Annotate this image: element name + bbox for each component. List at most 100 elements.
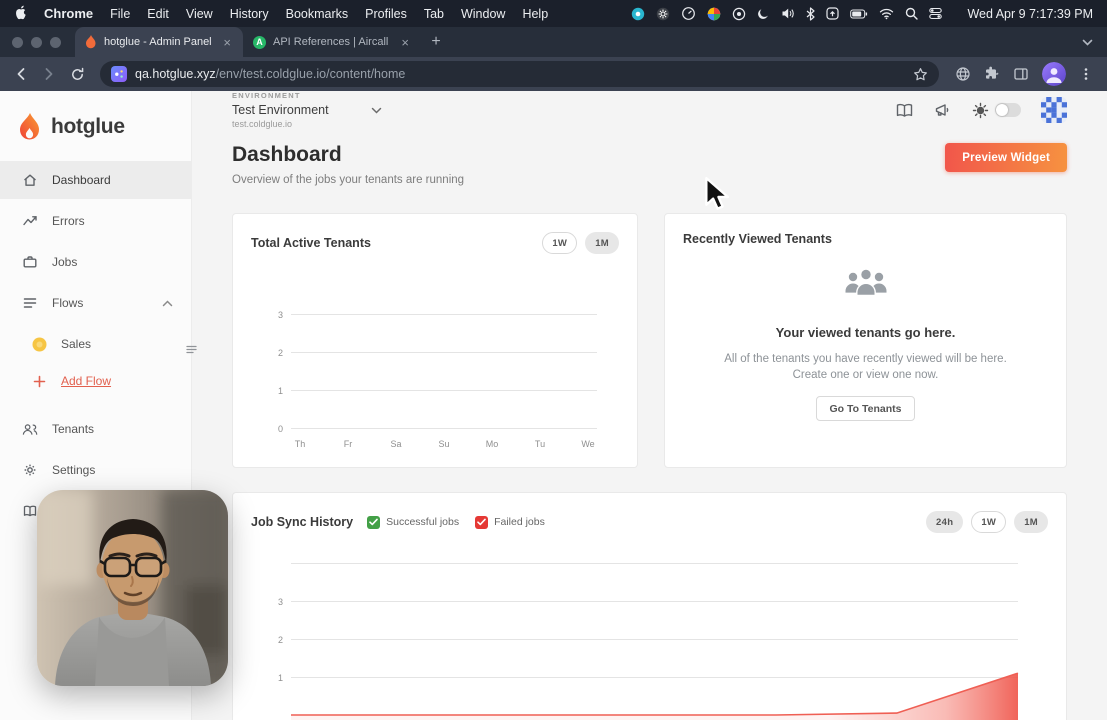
menubar-item-help[interactable]: Help	[522, 7, 548, 21]
theme-toggle[interactable]	[972, 102, 1021, 119]
docs-book-icon[interactable]	[895, 102, 914, 119]
range-1w-button[interactable]: 1W	[542, 232, 578, 254]
volume-icon[interactable]	[781, 7, 795, 20]
menubar-item-edit[interactable]: Edit	[147, 7, 169, 21]
menubar-item-file[interactable]: File	[110, 7, 130, 21]
legend-label: Failed jobs	[494, 516, 545, 528]
sidebar-item-add-flow[interactable]: Add Flow	[0, 366, 191, 396]
sidebar-resize-handle[interactable]	[183, 341, 199, 357]
side-panel-icon[interactable]	[1013, 66, 1029, 82]
reload-button[interactable]	[64, 61, 90, 87]
battery-icon[interactable]	[850, 9, 868, 19]
apple-menu-icon[interactable]	[14, 5, 27, 23]
x-tick-label: Th	[294, 439, 306, 449]
sidebar-item-tenants[interactable]: Tenants	[0, 410, 191, 448]
do-not-disturb-moon-icon[interactable]	[757, 7, 770, 20]
sidebar-item-dashboard[interactable]: Dashboard	[0, 161, 191, 199]
environment-selector[interactable]: ENVIRONMENT Test Environment test.coldgl…	[232, 91, 382, 129]
x-tick-label: Fr	[343, 439, 353, 449]
loom-status-icon[interactable]	[631, 7, 645, 21]
y-tick-label: 2	[277, 635, 283, 645]
menubar-clock[interactable]: Wed Apr 9 7:17:39 PM	[967, 7, 1093, 21]
sidebar-item-label: Tenants	[52, 422, 95, 436]
address-bar[interactable]: qa.hotglue.xyz/env/test.coldglue.io/cont…	[100, 61, 939, 87]
job-sync-chart: 3 2 1	[278, 563, 1019, 720]
webcam-video	[37, 490, 228, 686]
menubar-item-profiles[interactable]: Profiles	[365, 7, 407, 21]
site-info-badge-icon[interactable]	[111, 66, 127, 82]
window-minimize-button[interactable]	[31, 36, 42, 48]
window-zoom-button[interactable]	[50, 36, 61, 48]
tab-title: API References | Aircall	[273, 36, 389, 48]
flow-sales-icon	[31, 337, 47, 352]
go-to-tenants-button[interactable]: Go To Tenants	[815, 396, 916, 422]
window-close-button[interactable]	[12, 36, 23, 48]
announcements-megaphone-icon[interactable]	[934, 102, 952, 119]
profile-avatar[interactable]	[1042, 62, 1066, 86]
legend-successful-jobs[interactable]: Successful jobs	[367, 515, 459, 529]
hotglue-logo[interactable]: hotglue	[0, 91, 191, 141]
page-subtitle: Overview of the jobs your tenants are ru…	[232, 174, 465, 186]
bluetooth-icon[interactable]	[806, 6, 816, 21]
sidebar-item-flow-sales[interactable]: Sales	[0, 325, 191, 363]
sidebar-item-flows[interactable]: Flows	[0, 284, 191, 322]
translate-icon[interactable]	[955, 66, 971, 82]
sidebar-item-jobs[interactable]: Jobs	[0, 243, 191, 281]
gauge-status-icon[interactable]	[681, 6, 696, 21]
environment-domain: test.coldglue.io	[232, 119, 293, 129]
forward-button[interactable]	[36, 61, 62, 87]
sidebar-item-label: Add Flow	[61, 374, 112, 388]
shortcuts-status-icon[interactable]	[826, 7, 840, 20]
profile-colorful-status-icon[interactable]	[707, 7, 721, 21]
record-status-icon[interactable]	[732, 7, 746, 21]
gridline: 2	[278, 348, 597, 358]
gridline: 1	[278, 673, 1018, 683]
gear-icon	[22, 462, 38, 478]
range-1m-button[interactable]: 1M	[1014, 511, 1048, 533]
chart-legend: Successful jobs Failed jobs	[367, 515, 545, 529]
tab-close-icon[interactable]: ×	[221, 36, 233, 49]
hotglue-favicon	[85, 35, 97, 49]
webcam-overlay	[37, 490, 228, 686]
sidebar-item-settings[interactable]: Settings	[0, 451, 191, 489]
range-1m-button[interactable]: 1M	[585, 232, 619, 254]
logo-wordmark: hotglue	[51, 115, 125, 138]
total-active-tenants-card: Total Active Tenants 1W 1M 3 2 1 0 Th Fr…	[232, 213, 638, 468]
range-1w-button[interactable]: 1W	[971, 511, 1007, 533]
tab-close-icon[interactable]: ×	[399, 36, 411, 49]
menubar-item-history[interactable]: History	[230, 7, 269, 21]
main-area: ENVIRONMENT Test Environment test.coldgl…	[192, 91, 1107, 720]
x-tick-label: Tu	[534, 439, 546, 449]
gridline: 1	[278, 386, 597, 396]
preview-widget-button[interactable]: Preview Widget	[945, 143, 1067, 172]
wifi-icon[interactable]	[879, 8, 894, 20]
spotlight-search-icon[interactable]	[905, 7, 919, 20]
gear-status-icon[interactable]	[656, 7, 670, 21]
menubar-item-bookmarks[interactable]: Bookmarks	[286, 7, 349, 21]
x-tick-label: We	[581, 439, 595, 449]
bookmark-star-icon[interactable]	[913, 67, 928, 82]
user-avatar[interactable]	[1041, 97, 1067, 123]
menubar-item-chrome[interactable]: Chrome	[44, 6, 93, 21]
menubar-item-view[interactable]: View	[186, 7, 213, 21]
menubar-item-tab[interactable]: Tab	[424, 7, 444, 21]
theme-switch[interactable]	[995, 103, 1021, 117]
tab-search-chevron-icon[interactable]	[1068, 27, 1107, 57]
legend-failed-jobs[interactable]: Failed jobs	[475, 515, 545, 529]
sidebar-item-label: Settings	[52, 463, 96, 477]
tab-aircall-docs[interactable]: A API References | Aircall ×	[243, 27, 421, 57]
flame-icon	[20, 113, 39, 140]
url-domain: qa.hotglue.xyz	[135, 67, 216, 81]
new-tab-button[interactable]: +	[421, 27, 451, 57]
menubar-item-window[interactable]: Window	[461, 7, 505, 21]
browser-menu-kebab-icon[interactable]	[1079, 67, 1093, 81]
sidebar-item-errors[interactable]: Errors	[0, 202, 191, 240]
back-button[interactable]	[8, 61, 34, 87]
control-center-icon[interactable]	[929, 7, 943, 20]
app-topbar: ENVIRONMENT Test Environment test.coldgl…	[192, 91, 1107, 129]
extensions-puzzle-icon[interactable]	[984, 66, 1000, 82]
page-title: Dashboard	[232, 143, 342, 166]
range-24h-button[interactable]: 24h	[926, 511, 964, 533]
tab-hotglue-admin[interactable]: hotglue - Admin Panel ×	[75, 27, 243, 57]
aircall-favicon: A	[253, 35, 266, 49]
